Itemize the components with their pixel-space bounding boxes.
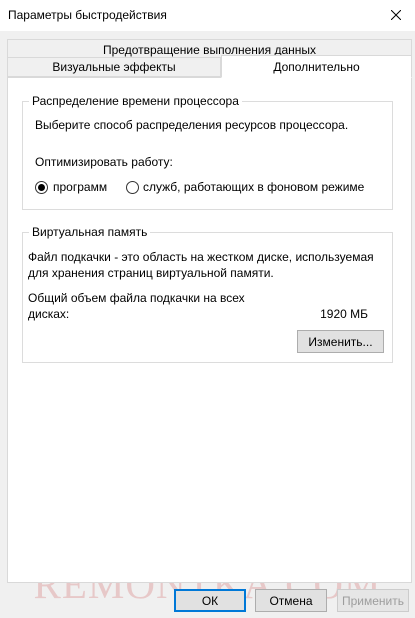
- vm-total-value: 1920 МБ: [320, 307, 368, 321]
- processor-scheduling-group: Распределение времени процессора Выберит…: [22, 94, 393, 210]
- optimize-label: Оптимизировать работу:: [35, 155, 173, 169]
- tab-label: Дополнительно: [273, 59, 360, 74]
- close-icon[interactable]: [383, 3, 409, 27]
- cancel-button[interactable]: Отмена: [255, 589, 327, 612]
- vm-description-line1: Файл подкачки - это область на жестком д…: [28, 250, 374, 264]
- group-title: Виртуальная память: [29, 225, 151, 239]
- virtual-memory-group: Виртуальная память Файл подкачки - это о…: [22, 225, 393, 363]
- window-title: Параметры быстродействия: [8, 8, 167, 22]
- tab-panel-advanced: Распределение времени процессора Выберит…: [7, 77, 412, 583]
- title-bar: Параметры быстродействия: [0, 0, 415, 31]
- vm-description-line2: для хранения страниц виртуальной памяти.: [28, 266, 274, 280]
- apply-button: Применить: [337, 589, 409, 612]
- vm-total-label-line1: Общий объем файла подкачки на всех: [28, 291, 245, 305]
- tab-visual-effects[interactable]: Визуальные эффекты: [7, 57, 221, 77]
- group-title: Распределение времени процессора: [29, 94, 242, 108]
- processor-description: Выберите способ распределения ресурсов п…: [35, 118, 349, 132]
- tab-advanced[interactable]: Дополнительно: [221, 55, 412, 78]
- vm-total-label-line2: дисках:: [28, 307, 70, 321]
- radio-background-services[interactable]: [126, 181, 139, 194]
- radio-background-services-label[interactable]: служб, работающих в фоновом режиме: [143, 179, 364, 195]
- tab-label: Визуальные эффекты: [52, 60, 176, 74]
- radio-programs[interactable]: [35, 181, 48, 194]
- radio-programs-label[interactable]: программ: [53, 179, 107, 195]
- change-button[interactable]: Изменить...: [297, 330, 384, 353]
- ok-button[interactable]: ОК: [174, 589, 246, 612]
- radio-selected-dot: [38, 184, 45, 191]
